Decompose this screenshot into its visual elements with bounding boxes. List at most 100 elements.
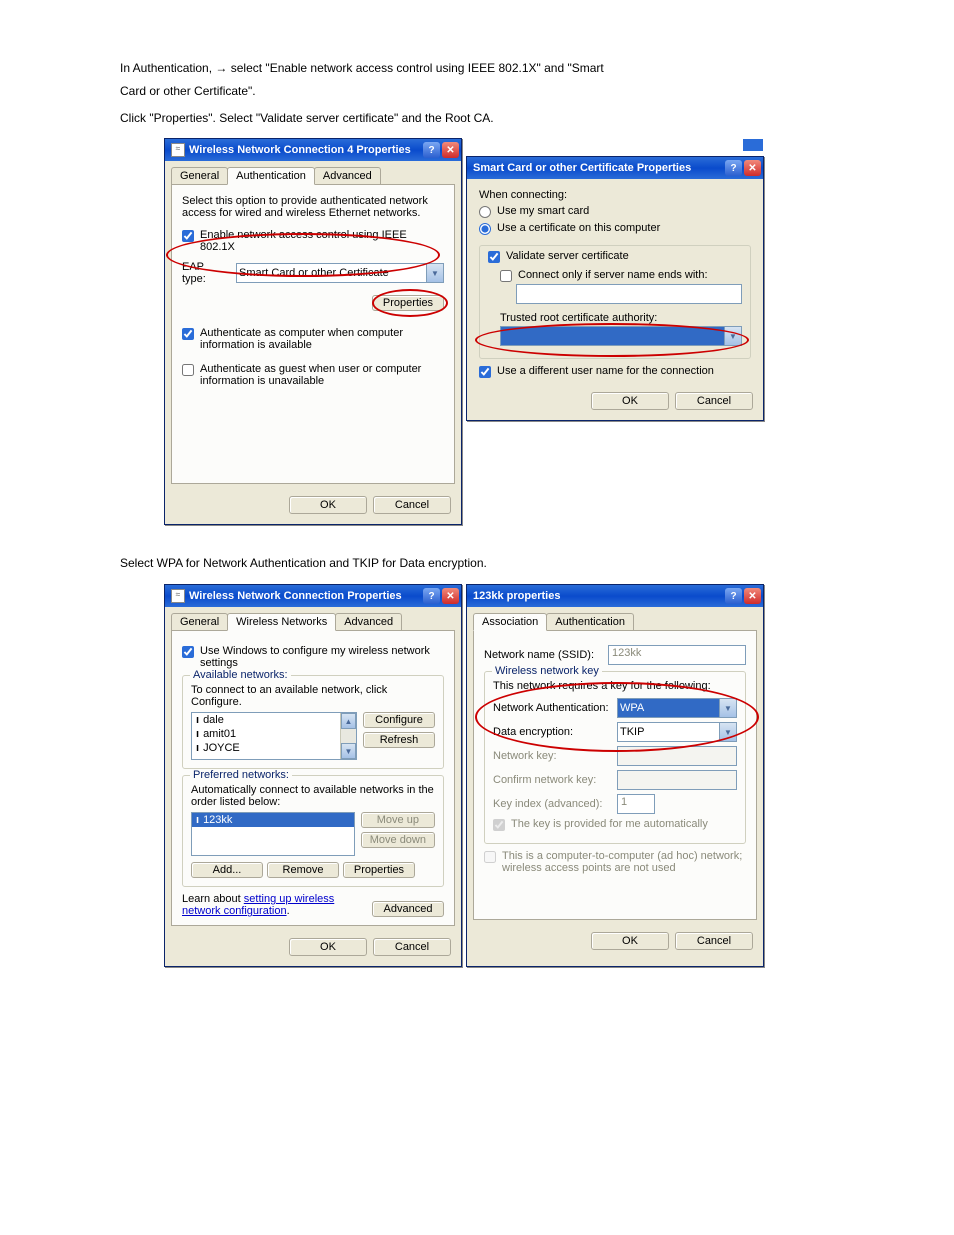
data-encryption-value: TKIP: [620, 726, 644, 738]
trusted-root-select[interactable]: ▼: [500, 326, 742, 346]
cancel-button[interactable]: Cancel: [675, 392, 753, 410]
figure-pair-2: ≈ Wireless Network Connection Properties…: [164, 584, 854, 967]
tab-row: Association Authentication: [467, 607, 763, 630]
scrollbar[interactable]: ▲ ▼: [340, 713, 356, 759]
adhoc-label: This is a computer-to-computer (ad hoc) …: [502, 850, 746, 874]
ok-button[interactable]: OK: [289, 938, 367, 956]
adhoc-checkbox: This is a computer-to-computer (ad hoc) …: [484, 850, 746, 874]
close-button[interactable]: ✕: [442, 588, 459, 604]
scroll-up-icon[interactable]: ▲: [341, 713, 356, 729]
dialog-buttons: OK Cancel: [165, 490, 461, 524]
close-button[interactable]: ✕: [442, 142, 459, 158]
key-index-spinner: 1: [617, 794, 655, 814]
preferred-help: Automatically connect to available netwo…: [191, 784, 435, 808]
tab-advanced[interactable]: Advanced: [314, 167, 381, 184]
tab-advanced[interactable]: Advanced: [335, 613, 402, 630]
enable-8021x-checkbox[interactable]: Enable network access control using IEEE…: [182, 229, 444, 253]
ssid-label: Network name (SSID):: [484, 649, 602, 661]
configure-button[interactable]: Configure: [363, 712, 435, 728]
auth-computer-checkbox[interactable]: Authenticate as computer when computer i…: [182, 327, 444, 351]
figure-pair-1: ≈ Wireless Network Connection 4 Properti…: [164, 138, 854, 525]
dialog-wireless-properties: ≈ Wireless Network Connection 4 Properti…: [164, 138, 462, 525]
cancel-button[interactable]: Cancel: [373, 938, 451, 956]
instruction-line-2: Card or other Certificate".: [120, 83, 854, 100]
titlebar: ≈ Wireless Network Connection 4 Properti…: [165, 139, 461, 161]
scroll-down-icon[interactable]: ▼: [341, 743, 356, 759]
data-encryption-select[interactable]: TKIP ▼: [617, 722, 737, 742]
trusted-root-label: Trusted root certificate authority:: [500, 312, 742, 324]
list-item[interactable]: ıdale: [192, 713, 356, 727]
key-provided-input: [493, 819, 505, 831]
tab-wireless-networks[interactable]: Wireless Networks: [227, 613, 336, 631]
tab-authentication[interactable]: Authentication: [546, 613, 634, 630]
list-item-label: dale: [203, 714, 224, 726]
eap-type-select[interactable]: Smart Card or other Certificate ▼: [236, 263, 444, 283]
help-button[interactable]: ?: [423, 142, 440, 158]
list-item[interactable]: ıJOYCE: [192, 741, 356, 755]
tab-association[interactable]: Association: [473, 613, 547, 631]
auth-guest-input[interactable]: [182, 364, 194, 376]
enable-8021x-label: Enable network access control using IEEE…: [200, 229, 444, 253]
titlebar: Smart Card or other Certificate Properti…: [467, 157, 763, 179]
advanced-button[interactable]: Advanced: [372, 901, 444, 917]
use-windows-checkbox[interactable]: Use Windows to configure my wireless net…: [182, 645, 444, 669]
preferred-listbox[interactable]: ı123kk: [191, 812, 355, 856]
chevron-down-icon: ▼: [719, 723, 736, 741]
network-auth-select[interactable]: WPA ▼: [617, 698, 737, 718]
properties-button[interactable]: Properties: [372, 295, 444, 311]
close-button[interactable]: ✕: [744, 588, 761, 604]
instruction-line-3: Click "Properties". Select "Validate ser…: [120, 110, 854, 127]
use-cert-input[interactable]: [479, 223, 491, 235]
connect-only-checkbox[interactable]: Connect only if server name ends with:: [500, 269, 742, 282]
use-smartcard-input[interactable]: [479, 206, 491, 218]
cancel-button[interactable]: Cancel: [373, 496, 451, 514]
ok-button[interactable]: OK: [591, 932, 669, 950]
diff-username-input[interactable]: [479, 366, 491, 378]
ok-button[interactable]: OK: [289, 496, 367, 514]
add-button[interactable]: Add...: [191, 862, 263, 878]
auth-computer-input[interactable]: [182, 328, 194, 340]
available-listbox[interactable]: ıdale ıamit01 ıJOYCE ▲ ▼: [191, 712, 357, 760]
connect-only-label: Connect only if server name ends with:: [518, 269, 708, 281]
list-item[interactable]: ı123kk: [192, 813, 354, 827]
use-cert-label: Use a certificate on this computer: [497, 222, 660, 234]
validate-groupbox: Validate server certificate Connect only…: [479, 245, 751, 359]
move-down-button[interactable]: Move down: [361, 832, 435, 848]
move-up-button[interactable]: Move up: [361, 812, 435, 828]
tab-authentication[interactable]: Authentication: [227, 167, 315, 185]
preferred-networks-group: Preferred networks: Automatically connec…: [182, 775, 444, 887]
help-button[interactable]: ?: [725, 160, 742, 176]
use-smartcard-radio[interactable]: Use my smart card: [479, 205, 751, 218]
diff-username-label: Use a different user name for the connec…: [497, 365, 714, 377]
use-windows-input[interactable]: [182, 646, 194, 658]
dialog-buttons: OK Cancel: [165, 932, 461, 966]
enable-8021x-input[interactable]: [182, 230, 194, 242]
eap-type-label: EAP type:: [182, 261, 230, 285]
server-name-field[interactable]: [516, 284, 742, 304]
validate-server-input[interactable]: [488, 251, 500, 263]
list-item[interactable]: ıamit01: [192, 727, 356, 741]
chevron-down-icon: ▼: [724, 327, 741, 345]
auth-computer-label: Authenticate as computer when computer i…: [200, 327, 444, 351]
auth-guest-checkbox[interactable]: Authenticate as guest when user or compu…: [182, 363, 444, 387]
close-button[interactable]: ✕: [744, 160, 761, 176]
title-text: Smart Card or other Certificate Properti…: [473, 162, 691, 174]
help-button[interactable]: ?: [423, 588, 440, 604]
properties-button[interactable]: Properties: [343, 862, 415, 878]
use-cert-radio[interactable]: Use a certificate on this computer: [479, 222, 751, 235]
help-button[interactable]: ?: [725, 588, 742, 604]
refresh-button[interactable]: Refresh: [363, 732, 435, 748]
validate-server-checkbox[interactable]: Validate server certificate: [488, 250, 742, 263]
adhoc-input: [484, 851, 496, 863]
remove-button[interactable]: Remove: [267, 862, 339, 878]
tab-general[interactable]: General: [171, 167, 228, 184]
tab-general[interactable]: General: [171, 613, 228, 630]
available-legend: Available networks:: [190, 669, 291, 681]
instruction-lower: Select WPA for Network Authentication an…: [120, 555, 854, 572]
netkey-label: Network key:: [493, 750, 611, 762]
ok-button[interactable]: OK: [591, 392, 669, 410]
window-fragment: [743, 139, 763, 151]
diff-username-checkbox[interactable]: Use a different user name for the connec…: [479, 365, 751, 378]
connect-only-input[interactable]: [500, 270, 512, 282]
cancel-button[interactable]: Cancel: [675, 932, 753, 950]
